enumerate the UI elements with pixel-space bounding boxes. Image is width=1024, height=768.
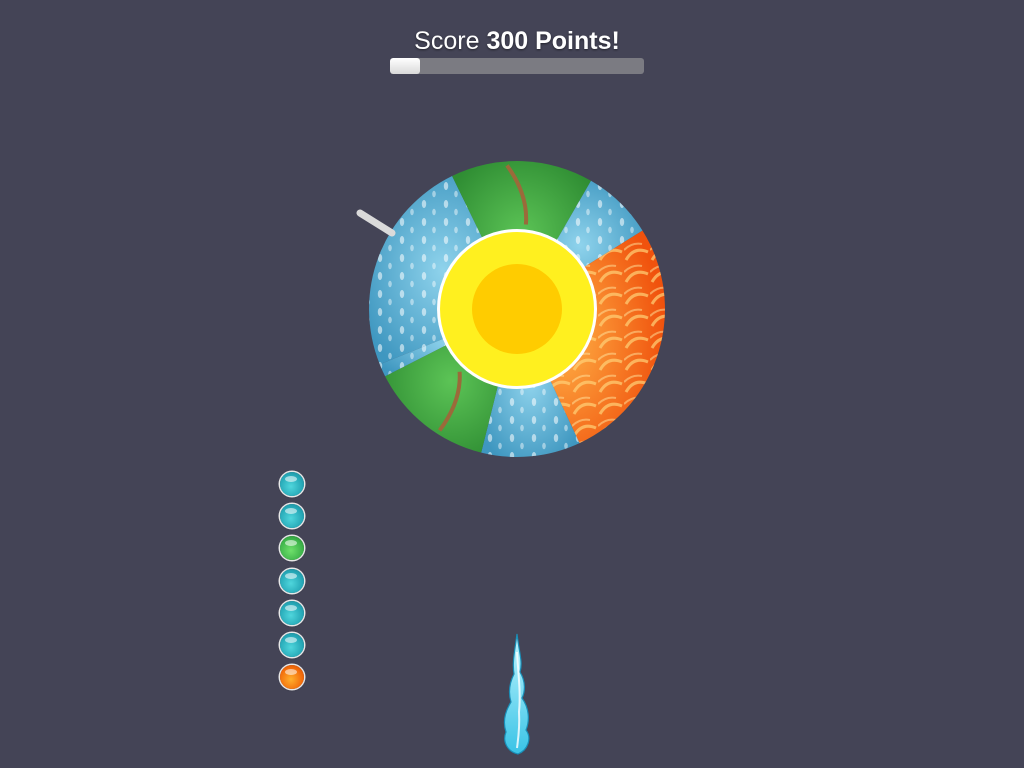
score-value: 300 Points! bbox=[486, 27, 620, 55]
target-wheel[interactable] bbox=[340, 150, 680, 470]
queue-ball-grass bbox=[280, 536, 304, 561]
water-flame-icon bbox=[503, 633, 530, 755]
queue-ball-water bbox=[280, 633, 304, 657]
queue-ball-water bbox=[280, 600, 304, 625]
queue-ball-water bbox=[280, 472, 304, 496]
score-label: Score 300 Points! bbox=[390, 26, 644, 56]
queue-ball-water bbox=[280, 568, 304, 593]
queue-ball-water bbox=[280, 504, 304, 529]
score-prefix: Score bbox=[414, 27, 480, 55]
score-progress-bar bbox=[390, 58, 644, 74]
score-progress-fill bbox=[390, 58, 421, 74]
stuck-pin bbox=[356, 209, 396, 237]
sun-core bbox=[472, 264, 562, 354]
queue-ball-fire bbox=[280, 665, 304, 690]
game-stage[interactable]: Score 300 Points! bbox=[0, 0, 1024, 768]
